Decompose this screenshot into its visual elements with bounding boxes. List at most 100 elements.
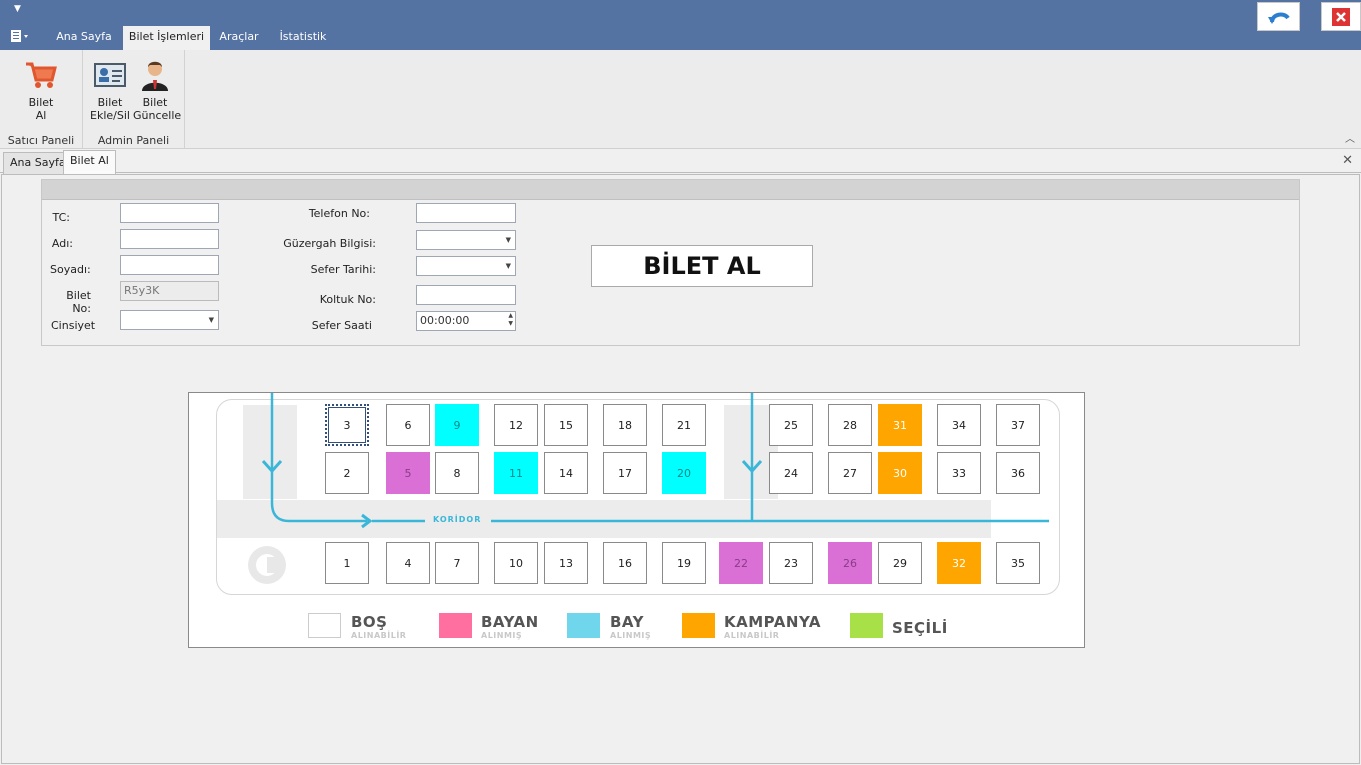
seat-5[interactable]: 5 xyxy=(386,452,430,494)
seat-6[interactable]: 6 xyxy=(386,404,430,446)
collapse-ribbon-icon[interactable]: ︿ xyxy=(1345,130,1355,145)
bilet-ekle-sil-label-2: Ekle/Sil xyxy=(90,109,130,122)
seat-15[interactable]: 15 xyxy=(544,404,588,446)
legend-sub-bayan: ALINMIŞ xyxy=(481,631,523,640)
seat-25[interactable]: 25 xyxy=(769,404,813,446)
tab-ana-sayfa[interactable]: Ana Sayfa xyxy=(48,26,120,50)
legend-sub-kampanya: ALINABİLİR xyxy=(724,631,780,640)
seat-22[interactable]: 22 xyxy=(719,542,763,584)
seat-36[interactable]: 36 xyxy=(996,452,1040,494)
telefon-input[interactable] xyxy=(416,203,516,223)
seat-20[interactable]: 20 xyxy=(662,452,706,494)
seat-27[interactable]: 27 xyxy=(828,452,872,494)
seat-7[interactable]: 7 xyxy=(435,542,479,584)
seat-11[interactable]: 11 xyxy=(494,452,538,494)
adi-label: Adı: xyxy=(51,237,73,250)
seat-30[interactable]: 30 xyxy=(878,452,922,494)
sefer-tarihi-label: Sefer Tarihi: xyxy=(310,263,376,276)
seat-12[interactable]: 12 xyxy=(494,404,538,446)
seat-26[interactable]: 26 xyxy=(828,542,872,584)
bilet-al-button[interactable]: Bilet Al xyxy=(22,58,60,122)
chevron-down-icon: ▼ xyxy=(505,262,511,270)
tab-bilet-islemleri[interactable]: Bilet İşlemleri xyxy=(123,26,210,50)
soyadi-input[interactable] xyxy=(120,255,219,275)
legend-swatch-kampanya xyxy=(682,613,715,638)
seat-17[interactable]: 17 xyxy=(603,452,647,494)
legend-title-kampanya: KAMPANYA xyxy=(724,613,821,631)
seat-14[interactable]: 14 xyxy=(544,452,588,494)
seat-34[interactable]: 34 xyxy=(937,404,981,446)
seat-32[interactable]: 32 xyxy=(937,542,981,584)
seat-10[interactable]: 10 xyxy=(494,542,538,584)
seat-1[interactable]: 1 xyxy=(325,542,369,584)
bilet-al-label-1: Bilet xyxy=(28,96,54,109)
id-card-icon xyxy=(94,63,126,87)
legend-swatch-bos xyxy=(308,613,341,638)
undo-icon xyxy=(1267,12,1290,24)
chevron-down-icon: ▼ xyxy=(208,316,214,324)
tab-araclar[interactable]: Araçlar xyxy=(214,26,264,50)
seat-35[interactable]: 35 xyxy=(996,542,1040,584)
seat-3[interactable]: 3 xyxy=(325,404,369,446)
soyadi-label: Soyadı: xyxy=(50,263,91,276)
sefer-tarihi-picker[interactable]: ▼ xyxy=(416,256,516,276)
close-document-icon[interactable]: ✕ xyxy=(1342,153,1353,168)
sefer-saati-value: 00:00:00 xyxy=(420,314,470,327)
quick-access-dropdown-icon[interactable]: ▼ xyxy=(14,4,21,14)
guzergah-select[interactable]: ▼ xyxy=(416,230,516,250)
seat-18[interactable]: 18 xyxy=(603,404,647,446)
koltuk-no-label: Koltuk No: xyxy=(319,293,376,306)
seat-19[interactable]: 19 xyxy=(662,542,706,584)
close-app-button[interactable] xyxy=(1321,2,1361,31)
telefon-label: Telefon No: xyxy=(308,207,370,220)
seat-13[interactable]: 13 xyxy=(544,542,588,584)
undo-button[interactable] xyxy=(1257,2,1300,31)
seat-24[interactable]: 24 xyxy=(769,452,813,494)
seat-2[interactable]: 2 xyxy=(325,452,369,494)
seat-29[interactable]: 29 xyxy=(878,542,922,584)
bilet-no-label: Bilet No: xyxy=(66,289,91,315)
group-label-admin: Admin Paneli xyxy=(97,134,170,147)
bilet-guncelle-button[interactable]: Bilet Güncelle xyxy=(133,58,181,122)
legend-title-bos: BOŞ xyxy=(351,613,388,631)
seat-map: KORİDOR 3 6 9 12 15 18 21 25 28 31 34 37 2 5 8 11 14 17 20… xyxy=(188,392,1085,648)
seat-9[interactable]: 9 xyxy=(435,404,479,446)
shopping-cart-icon xyxy=(26,62,57,88)
spinner-icon[interactable]: ▲ ▼ xyxy=(508,312,513,328)
legend-title-bayan: BAYAN xyxy=(481,613,539,631)
seat-28[interactable]: 28 xyxy=(828,404,872,446)
bilet-no-input: R5y3K xyxy=(120,281,219,301)
application-menu-icon[interactable] xyxy=(11,30,31,44)
cinsiyet-select[interactable]: ▼ xyxy=(120,310,219,330)
bilet-ekle-sil-label-1: Bilet xyxy=(97,96,123,109)
legend-swatch-bayan xyxy=(439,613,472,638)
businessman-icon xyxy=(142,61,168,91)
seat-31[interactable]: 31 xyxy=(878,404,922,446)
form-header-bar xyxy=(42,180,1299,200)
cinsiyet-label: Cinsiyet xyxy=(51,319,96,332)
legend-sub-bos: ALINABİLİR xyxy=(351,631,407,640)
legend-title-bay: BAY xyxy=(610,613,644,631)
legend-swatch-secili xyxy=(850,613,883,638)
seat-33[interactable]: 33 xyxy=(937,452,981,494)
corridor-label: KORİDOR xyxy=(433,515,482,524)
bilet-ekle-sil-button[interactable]: Bilet Ekle/Sil xyxy=(89,58,131,122)
adi-input[interactable] xyxy=(120,229,219,249)
seat-16[interactable]: 16 xyxy=(603,542,647,584)
seat-37[interactable]: 37 xyxy=(996,404,1040,446)
sefer-saati-label: Sefer Saati xyxy=(311,319,372,332)
koltuk-no-input[interactable] xyxy=(416,285,516,305)
seat-23[interactable]: 23 xyxy=(769,542,813,584)
seat-4[interactable]: 4 xyxy=(386,542,430,584)
group-label-satici: Satıcı Paneli xyxy=(7,134,75,147)
group-separator xyxy=(184,50,185,148)
bilet-guncelle-label-1: Bilet xyxy=(142,96,168,109)
seat-21[interactable]: 21 xyxy=(662,404,706,446)
close-icon xyxy=(1332,7,1350,26)
tc-input[interactable] xyxy=(120,203,219,223)
doc-tab-bilet-al[interactable]: Bilet Al xyxy=(63,150,116,174)
sefer-saati-input[interactable]: 00:00:00 ▲ ▼ xyxy=(416,311,516,331)
tab-istatistik[interactable]: İstatistik xyxy=(273,26,333,50)
seat-8[interactable]: 8 xyxy=(435,452,479,494)
bilet-al-submit-button[interactable]: BİLET AL xyxy=(591,245,813,287)
